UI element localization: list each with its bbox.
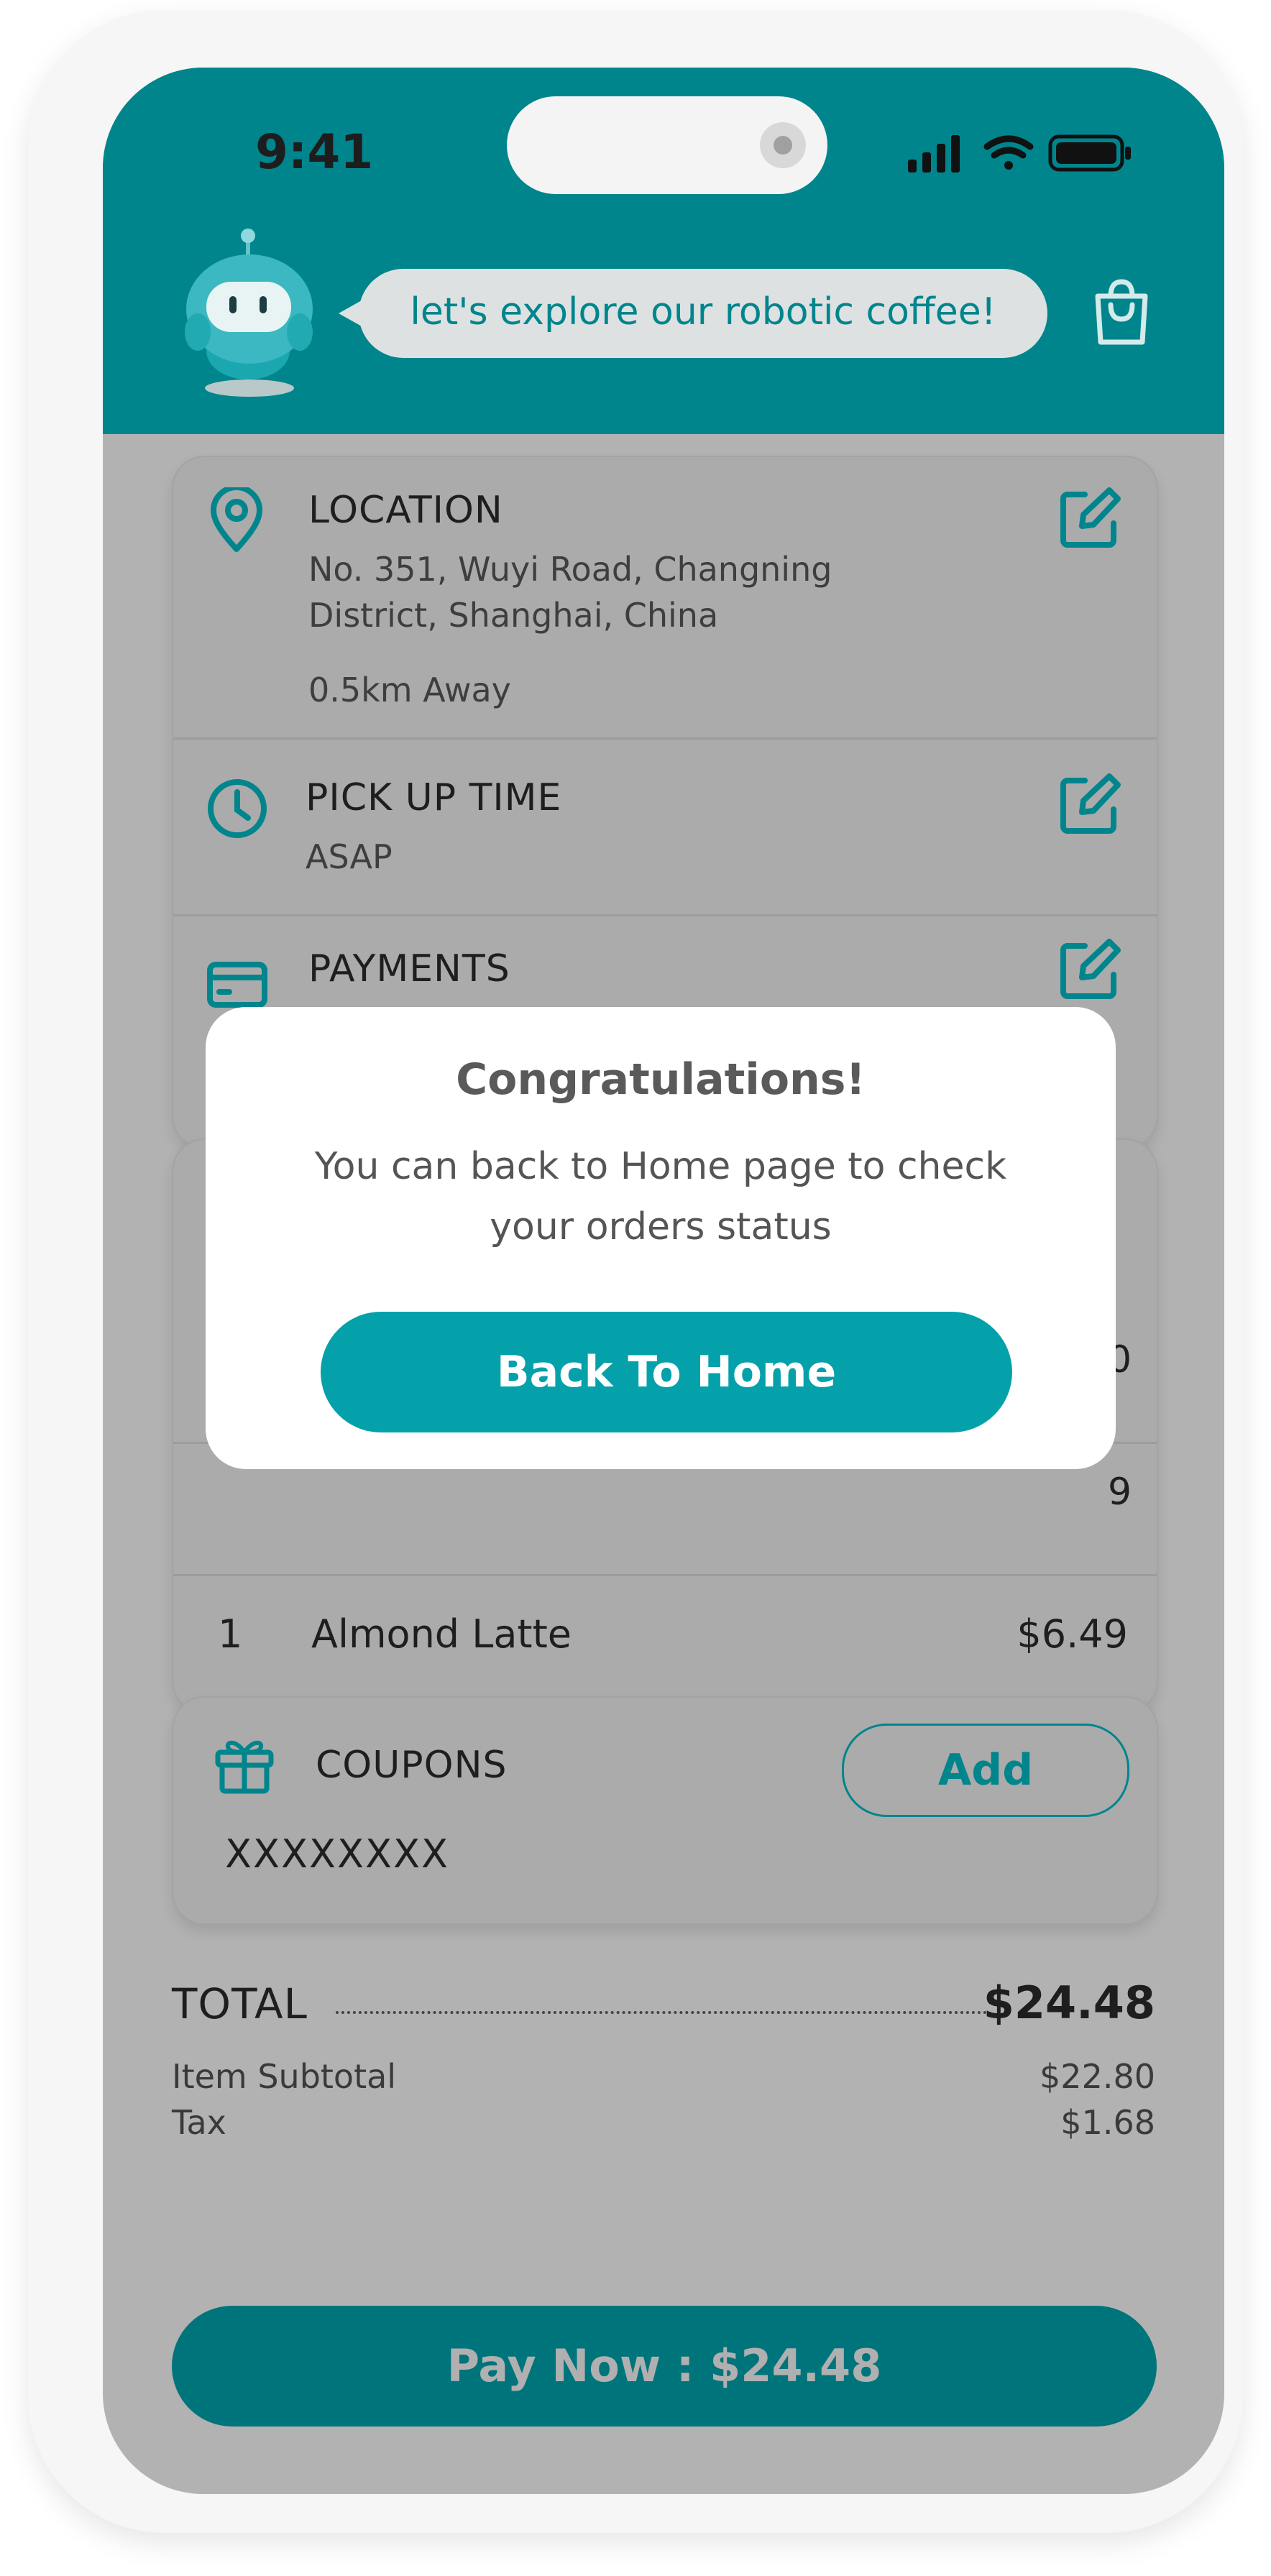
edit-location-icon[interactable]	[1059, 487, 1121, 549]
greeting-bubble: let's explore our robotic coffee!	[339, 269, 1047, 358]
divider	[173, 914, 1157, 916]
divider	[173, 1574, 1157, 1576]
payments-title: PAYMENTS	[308, 947, 510, 990]
total-dotted-leader	[336, 2011, 987, 2014]
battery-icon	[1048, 134, 1131, 172]
pickup-title: PICK UP TIME	[306, 776, 562, 819]
location-title: LOCATION	[308, 489, 503, 532]
wifi-icon	[983, 135, 1034, 170]
coupons-title: COUPONS	[316, 1744, 508, 1787]
modal-message: You can back to Home page to check your …	[314, 1145, 1007, 1248]
success-modal: Congratulations! You can back to Home pa…	[206, 1007, 1116, 1469]
order-item-qty: 1	[218, 1611, 243, 1657]
order-item-name: Almond Latte	[311, 1611, 572, 1657]
item-price-partial: 9	[1108, 1471, 1132, 1514]
back-to-home-button[interactable]: Back To Home	[321, 1312, 1012, 1432]
status-icons	[908, 134, 1131, 172]
shopping-bag-icon[interactable]	[1089, 276, 1154, 348]
pickup-value: ASAP	[306, 837, 393, 876]
location-distance: 0.5km Away	[308, 671, 511, 709]
coupon-code: XXXXXXXX	[225, 1831, 449, 1877]
tax-value: $1.68	[1060, 2103, 1155, 2142]
order-item-price: $6.49	[1017, 1611, 1128, 1657]
location-pin-icon	[211, 487, 262, 552]
location-address-line1: No. 351, Wuyi Road, Changning	[308, 550, 832, 589]
total-value: $24.48	[983, 1977, 1155, 2029]
phone-frame: 9:41 let's explore our robotic coffee! L…	[28, 10, 1243, 2533]
add-coupon-button[interactable]: Add	[842, 1724, 1129, 1817]
divider	[173, 737, 1157, 740]
tax-label: Tax	[172, 2103, 226, 2142]
edit-payment-icon[interactable]	[1059, 939, 1121, 1000]
camera-icon	[760, 122, 806, 168]
credit-card-icon	[207, 962, 267, 1008]
dynamic-island	[507, 96, 827, 194]
greeting-text: let's explore our robotic coffee!	[410, 290, 996, 334]
phone-screen: 9:41 let's explore our robotic coffee! L…	[103, 68, 1224, 2494]
total-label: TOTAL	[172, 1979, 308, 2028]
location-address-line2: District, Shanghai, China	[308, 596, 719, 635]
subtotal-value: $22.80	[1040, 2057, 1155, 2096]
status-time: 9:41	[255, 124, 374, 180]
edit-pickup-icon[interactable]	[1059, 773, 1121, 835]
modal-title: Congratulations!	[456, 1054, 866, 1105]
gift-icon	[215, 1740, 274, 1794]
signal-icon	[908, 135, 960, 172]
robot-mascot-icon	[185, 229, 313, 397]
subtotal-label: Item Subtotal	[172, 2057, 397, 2096]
pay-now-button[interactable]: Pay Now : $24.48	[172, 2306, 1157, 2426]
clock-icon	[208, 779, 267, 838]
